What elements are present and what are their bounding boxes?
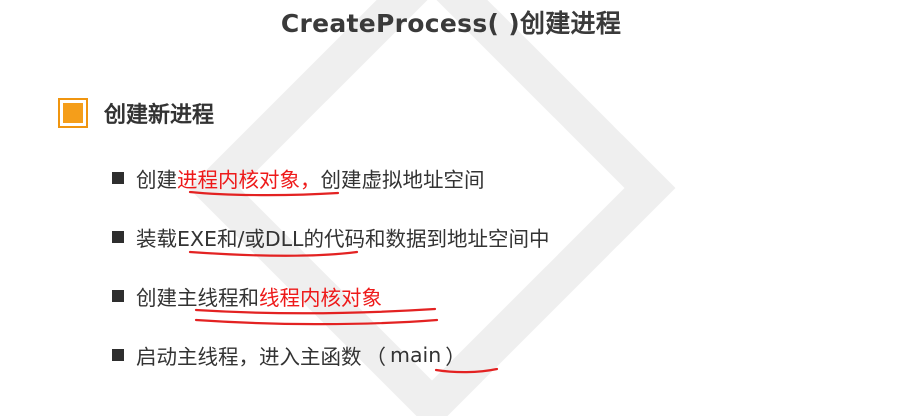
orange-square-icon xyxy=(58,98,88,128)
bullet-4-main: main xyxy=(390,343,442,367)
bullet-4-paren-open: （ xyxy=(365,345,387,369)
square-bullet-icon xyxy=(112,172,124,184)
underline-exe-dll xyxy=(188,250,359,257)
bullet-item-1: 创建 进程内核对象， 创建虚拟地址空间 xyxy=(112,163,485,193)
orange-square-inner xyxy=(63,103,83,123)
bullet-item-4: 启动主线程，进入主函数（main） xyxy=(112,340,470,370)
section-heading: 创建新进程 xyxy=(58,96,214,130)
bullet-2-text: 装载EXE和/或DLL的代码和数据到地址空间中 xyxy=(136,227,550,251)
bullet-4-text-before: 启动主线程，进入主函数 xyxy=(136,345,362,369)
bullet-3-highlight: 线程内核对象 xyxy=(259,286,382,310)
square-bullet-icon xyxy=(112,290,124,302)
bullet-4-paren-close: ） xyxy=(445,345,466,369)
page-title: CreateProcess( )创建进程 xyxy=(280,9,622,38)
bullet-1-text-before: 创建 xyxy=(136,168,177,192)
bullet-item-2: 装载EXE和/或DLL的代码和数据到地址空间中 xyxy=(112,222,549,252)
square-bullet-icon xyxy=(112,231,124,243)
section-label: 创建新进程 xyxy=(104,103,215,128)
underline-thread-object-2 xyxy=(194,318,439,326)
bullet-3-text-before: 创建主线程和 xyxy=(136,286,259,310)
bullet-1-highlight: 进程内核对象， xyxy=(177,168,321,192)
square-bullet-icon xyxy=(112,349,124,361)
bullet-item-3: 创建主线程和 线程内核对象 xyxy=(112,281,382,311)
bullet-1-text-after: 创建虚拟地址空间 xyxy=(320,168,485,192)
